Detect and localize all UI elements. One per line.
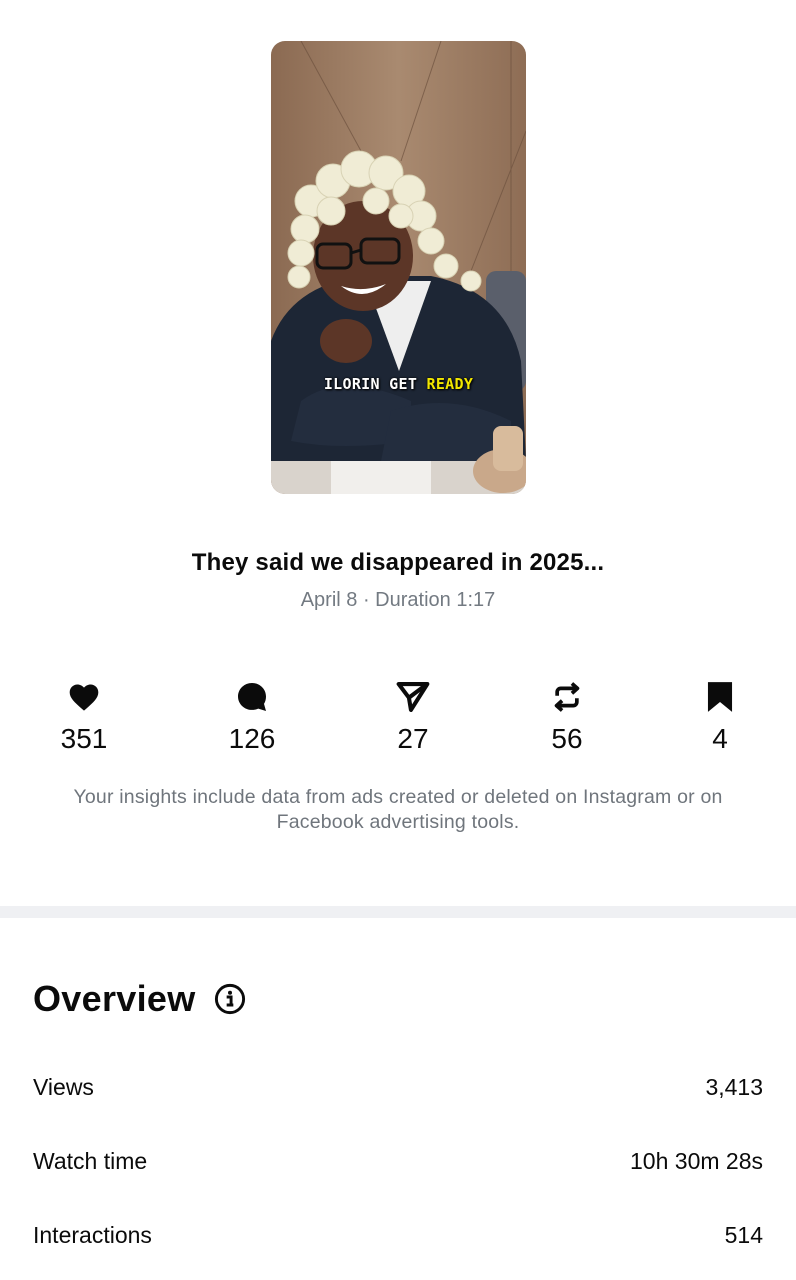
metric-value: 10h 30m 28s xyxy=(630,1148,763,1174)
share-icon xyxy=(396,682,430,712)
metric-label: Interactions xyxy=(33,1222,152,1248)
overview-header: Overview xyxy=(33,978,246,1020)
metric-row-interactions: Interactions 514 xyxy=(33,1222,763,1249)
ads-insights-notice: Your insights include data from ads crea… xyxy=(73,786,723,833)
saves-stat[interactable]: 4 xyxy=(670,680,770,756)
repost-icon xyxy=(554,682,580,712)
shares-stat[interactable]: 27 xyxy=(363,680,463,756)
overview-title: Overview xyxy=(33,978,196,1019)
saves-count: 4 xyxy=(712,723,728,754)
heart-icon xyxy=(69,684,99,711)
video-thumbnail[interactable]: ILORIN GET READY xyxy=(271,41,526,494)
video-caption-overlay: ILORIN GET READY xyxy=(271,375,526,393)
info-icon[interactable] xyxy=(214,983,246,1015)
reposts-count: 56 xyxy=(551,723,583,754)
comment-icon xyxy=(238,683,266,711)
post-title: They said we disappeared in 2025... xyxy=(191,549,605,576)
metric-value: 3,413 xyxy=(705,1074,763,1100)
metric-value: 514 xyxy=(724,1222,763,1248)
metric-label: Views xyxy=(33,1074,94,1100)
likes-count: 351 xyxy=(60,723,108,754)
bookmark-icon xyxy=(707,682,733,712)
likes-stat[interactable]: 351 xyxy=(34,680,134,756)
reposts-stat[interactable]: 56 xyxy=(517,680,617,756)
post-meta: April 8 · Duration 1:17 xyxy=(300,589,496,611)
thumbnail-image xyxy=(271,41,526,494)
caption-highlight: READY xyxy=(426,375,474,393)
caption-text: ILORIN GET xyxy=(323,375,418,393)
comments-count: 126 xyxy=(228,723,276,754)
metric-row-watch-time: Watch time 10h 30m 28s xyxy=(33,1148,763,1175)
comments-stat[interactable]: 126 xyxy=(202,680,302,756)
section-divider xyxy=(0,906,796,918)
metric-row-views: Views 3,413 xyxy=(33,1074,763,1101)
shares-count: 27 xyxy=(397,723,429,754)
metric-label: Watch time xyxy=(33,1148,148,1174)
